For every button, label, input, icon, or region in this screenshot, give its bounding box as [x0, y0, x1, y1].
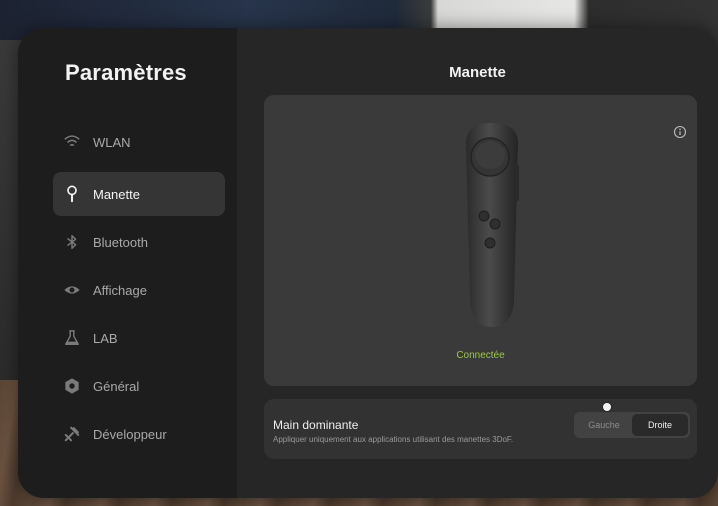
dominant-hand-card: Main dominante Appliquer uniquement aux … — [264, 399, 697, 459]
controller-card: Connectée — [264, 95, 697, 386]
option-left-button[interactable]: Gauche — [576, 414, 632, 436]
sidebar-item-lab[interactable]: LAB — [53, 316, 225, 360]
sidebar-item-general[interactable]: Général — [53, 364, 225, 408]
sidebar-item-label: Bluetooth — [93, 234, 148, 250]
hand-selector: Gauche Droite — [574, 412, 690, 438]
sidebar-item-label: Général — [93, 378, 140, 394]
sidebar-item-label: Développeur — [93, 426, 167, 442]
flask-icon — [63, 329, 81, 347]
settings-window: Paramètres WLAN Manette Bluetooth Affich… — [18, 28, 718, 498]
sidebar-item-developpeur[interactable]: Développeur — [53, 412, 225, 456]
pointer-cursor — [603, 403, 611, 411]
eye-icon — [63, 281, 81, 299]
sidebar-item-wlan[interactable]: WLAN — [53, 120, 225, 164]
sidebar-item-label: LAB — [93, 330, 118, 346]
sidebar-item-label: Affichage — [93, 282, 147, 298]
sidebar-item-bluetooth[interactable]: Bluetooth — [53, 220, 225, 264]
dominant-hand-title: Main dominante — [273, 418, 359, 432]
sidebar-item-label: Manette — [93, 186, 140, 202]
sidebar-item-affichage[interactable]: Affichage — [53, 268, 225, 312]
sidebar: Paramètres WLAN Manette Bluetooth Affich… — [18, 28, 237, 498]
bluetooth-icon — [63, 233, 81, 251]
option-right-button[interactable]: Droite — [632, 414, 688, 436]
info-icon[interactable] — [673, 125, 687, 139]
tools-icon — [63, 425, 81, 443]
controller-icon — [63, 185, 81, 203]
connection-status: Connectée — [456, 350, 505, 361]
controller-image — [466, 123, 519, 327]
page-title: Manette — [449, 64, 506, 81]
gear-icon — [63, 377, 81, 395]
wifi-icon — [63, 133, 81, 151]
sidebar-item-manette[interactable]: Manette — [53, 172, 225, 216]
dominant-hand-description: Appliquer uniquement aux applications ut… — [273, 435, 514, 444]
app-title: Paramètres — [65, 60, 187, 85]
sidebar-item-label: WLAN — [93, 134, 131, 150]
